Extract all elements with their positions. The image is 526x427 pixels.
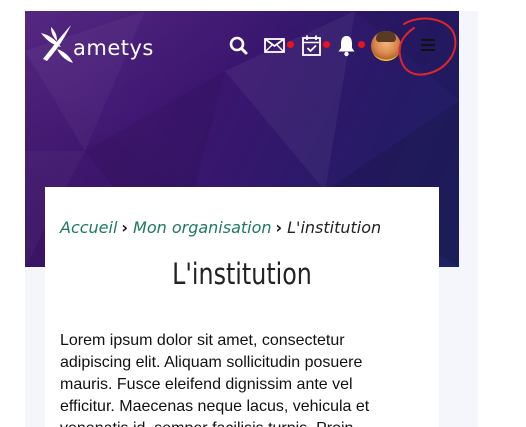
main-content-card: Accueil › Mon organisation › L'institution L…: [45, 187, 439, 427]
page-background: [459, 11, 478, 427]
calendar-icon[interactable]: [300, 33, 326, 59]
bell-icon[interactable]: [335, 33, 361, 59]
calendar-notification-dot: [323, 41, 330, 48]
page-title: L'institution: [172, 257, 312, 291]
breadcrumb-home-link[interactable]: Accueil: [60, 218, 117, 237]
breadcrumb: Accueil › Mon organisation › L'institution: [60, 218, 381, 237]
breadcrumb-current: L'institution: [287, 218, 382, 237]
breadcrumb-organisation-link[interactable]: Mon organisation: [133, 218, 272, 237]
mail-icon[interactable]: [263, 33, 289, 59]
search-icon[interactable]: [226, 33, 252, 59]
mail-notification-dot: [287, 41, 294, 48]
chevron-right-icon: ›: [275, 218, 283, 237]
chevron-right-icon: ›: [121, 218, 129, 237]
user-avatar[interactable]: [371, 31, 401, 61]
hamburger-menu-button[interactable]: [421, 39, 437, 53]
bell-notification-dot: [358, 41, 365, 48]
page-body-text: Lorem ipsum dolor sit amet, consectetur …: [60, 332, 370, 427]
mobile-viewport: ametys Accueil › Mon organisation › L'in…: [25, 11, 459, 427]
